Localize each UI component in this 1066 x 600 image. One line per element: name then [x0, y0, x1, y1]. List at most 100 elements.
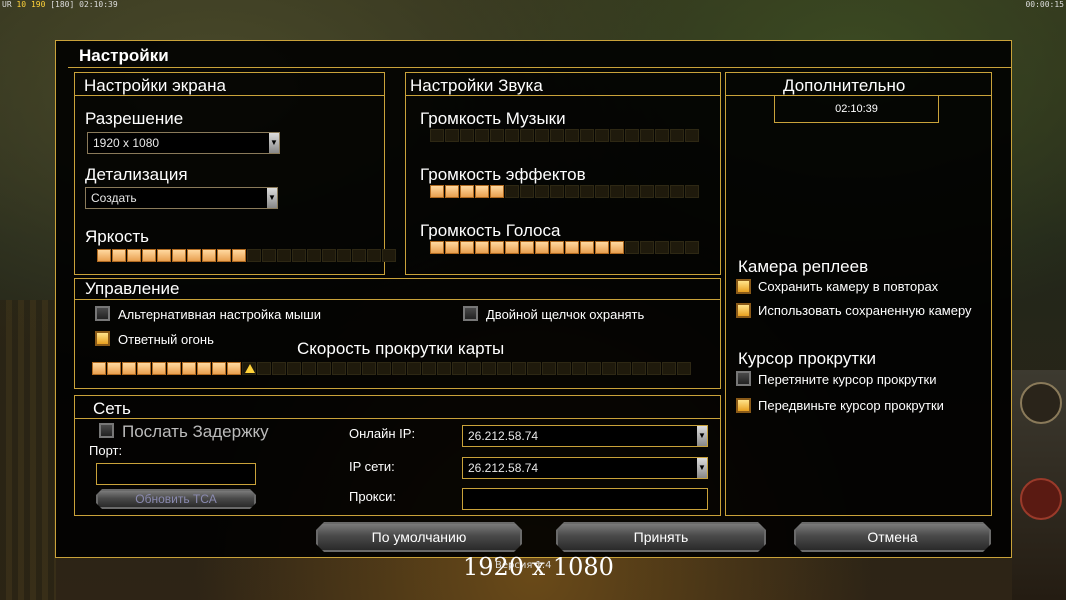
slider-segment[interactable]	[685, 129, 699, 142]
slider-segment[interactable]	[670, 185, 684, 198]
slider-segment[interactable]	[625, 241, 639, 254]
slider-segment[interactable]	[212, 362, 226, 375]
slider-segment[interactable]	[262, 249, 276, 262]
slider-segment[interactable]	[512, 362, 526, 375]
slider-segment[interactable]	[377, 362, 391, 375]
slider-segment[interactable]	[625, 129, 639, 142]
slider-segment[interactable]	[550, 185, 564, 198]
replay-use-checkbox[interactable]	[736, 303, 751, 318]
double-click-checkbox[interactable]	[463, 306, 478, 321]
slider-segment[interactable]	[460, 185, 474, 198]
slider-segment[interactable]	[520, 241, 534, 254]
slider-segment[interactable]	[92, 362, 106, 375]
slider-segment[interactable]	[557, 362, 571, 375]
slider-segment[interactable]	[572, 362, 586, 375]
chevron-down-icon[interactable]: ▼	[697, 458, 707, 478]
slider-segment[interactable]	[595, 129, 609, 142]
slider-segment[interactable]	[107, 362, 121, 375]
slider-segment[interactable]	[182, 362, 196, 375]
replay-save-checkbox[interactable]	[736, 279, 751, 294]
slider-segment[interactable]	[490, 129, 504, 142]
slider-segment[interactable]	[655, 129, 669, 142]
slider-segment[interactable]	[475, 241, 489, 254]
slider-segment[interactable]	[332, 362, 346, 375]
proxy-input[interactable]	[462, 488, 708, 510]
slider-segment[interactable]	[232, 249, 246, 262]
slider-segment[interactable]	[580, 241, 594, 254]
chevron-down-icon[interactable]: ▼	[269, 133, 279, 153]
slider-segment[interactable]	[97, 249, 111, 262]
slider-segment[interactable]	[437, 362, 451, 375]
slider-segment[interactable]	[460, 241, 474, 254]
slider-segment[interactable]	[362, 362, 376, 375]
slider-segment[interactable]	[307, 249, 321, 262]
slider-segment[interactable]	[142, 249, 156, 262]
slider-segment[interactable]	[122, 362, 136, 375]
slider-segment[interactable]	[655, 241, 669, 254]
slider-segment[interactable]	[610, 185, 624, 198]
return-fire-checkbox[interactable]	[95, 331, 110, 346]
slider-segment[interactable]	[352, 249, 366, 262]
refresh-tca-button[interactable]: Обновить ТСА	[96, 489, 256, 509]
slider-segment[interactable]	[587, 362, 601, 375]
slider-segment[interactable]	[595, 185, 609, 198]
slider-segment[interactable]	[292, 249, 306, 262]
slider-segment[interactable]	[617, 362, 631, 375]
port-input[interactable]	[96, 463, 256, 485]
slider-segment[interactable]	[550, 241, 564, 254]
slider-segment[interactable]	[347, 362, 361, 375]
chevron-down-icon[interactable]: ▼	[267, 188, 277, 208]
slider-segment[interactable]	[662, 362, 676, 375]
slider-segment[interactable]	[542, 362, 556, 375]
slider-segment[interactable]	[685, 241, 699, 254]
slider-segment[interactable]	[565, 129, 579, 142]
send-delay-checkbox[interactable]	[99, 423, 114, 438]
slider-segment[interactable]	[247, 249, 261, 262]
slider-segment[interactable]	[302, 362, 316, 375]
slider-segment[interactable]	[520, 185, 534, 198]
slider-segment[interactable]	[602, 362, 616, 375]
slider-segment[interactable]	[505, 241, 519, 254]
online-ip-dropdown[interactable]: 26.212.58.74 ▼	[462, 425, 708, 447]
slider-segment[interactable]	[632, 362, 646, 375]
slider-segment[interactable]	[505, 185, 519, 198]
slider-segment[interactable]	[430, 241, 444, 254]
cancel-button[interactable]: Отмена	[794, 522, 991, 552]
slider-segment[interactable]	[382, 249, 396, 262]
slider-segment[interactable]	[670, 129, 684, 142]
slider-segment[interactable]	[625, 185, 639, 198]
slider-segment[interactable]	[392, 362, 406, 375]
effects-volume-slider[interactable]	[430, 185, 699, 198]
slider-segment[interactable]	[497, 362, 511, 375]
slider-segment[interactable]	[535, 241, 549, 254]
slider-segment[interactable]	[137, 362, 151, 375]
slider-segment[interactable]	[482, 362, 496, 375]
slider-segment[interactable]	[407, 362, 421, 375]
slider-segment[interactable]	[535, 129, 549, 142]
slider-segment[interactable]	[317, 362, 331, 375]
slider-segment[interactable]	[610, 129, 624, 142]
slider-segment[interactable]	[227, 362, 241, 375]
chevron-down-icon[interactable]: ▼	[697, 426, 707, 446]
slider-segment[interactable]	[640, 129, 654, 142]
slider-segment[interactable]	[430, 129, 444, 142]
scroll-drag-checkbox[interactable]	[736, 371, 751, 386]
slider-segment[interactable]	[287, 362, 301, 375]
slider-segment[interactable]	[172, 249, 186, 262]
slider-segment[interactable]	[565, 185, 579, 198]
slider-segment[interactable]	[505, 129, 519, 142]
slider-segment[interactable]	[580, 185, 594, 198]
slider-segment[interactable]	[197, 362, 211, 375]
slider-segment[interactable]	[475, 129, 489, 142]
scroll-move-checkbox[interactable]	[736, 398, 751, 413]
slider-segment[interactable]	[445, 241, 459, 254]
slider-segment[interactable]	[527, 362, 541, 375]
slider-segment[interactable]	[677, 362, 691, 375]
slider-segment[interactable]	[550, 129, 564, 142]
slider-segment[interactable]	[257, 362, 271, 375]
slider-segment[interactable]	[127, 249, 141, 262]
slider-segment[interactable]	[187, 249, 201, 262]
slider-segment[interactable]	[112, 249, 126, 262]
slider-segment[interactable]	[595, 241, 609, 254]
slider-segment[interactable]	[217, 249, 231, 262]
